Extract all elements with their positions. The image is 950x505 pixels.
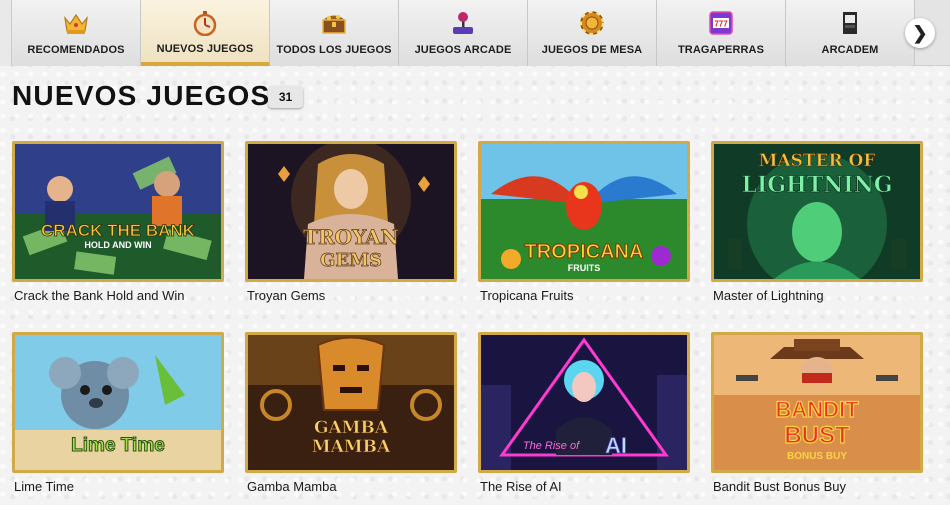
game-thumbnail[interactable]: MASTER OF LIGHTNING	[711, 141, 923, 282]
game-thumbnail[interactable]: The Rise of AI	[478, 332, 690, 473]
game-card-crack-the-bank[interactable]: CRACK THE BANK HOLD AND WIN Crack the Ba…	[12, 141, 224, 303]
game-thumbnail[interactable]: BANDIT BUST BONUS BUY	[711, 332, 923, 473]
page-title: NUEVOS JUEGOS	[12, 80, 271, 111]
game-title[interactable]: Bandit Bust Bonus Buy	[711, 479, 923, 494]
artwork-text: GEMS	[320, 250, 382, 271]
tab-recomendados[interactable]: RECOMENDADOS	[12, 0, 141, 66]
artwork-text: Lime Time	[71, 435, 165, 456]
artwork-text: TROYAN	[303, 225, 399, 249]
artwork-text: LIGHTNING	[741, 172, 892, 198]
game-title[interactable]: Crack the Bank Hold and Win	[12, 288, 224, 303]
game-title[interactable]: Lime Time	[12, 479, 224, 494]
game-title[interactable]: Tropicana Fruits	[478, 288, 690, 303]
arcade-cabinet-icon	[843, 12, 857, 34]
tab-label: TODOS LOS JUEGOS	[276, 44, 392, 56]
joystick-icon	[453, 12, 473, 34]
tab-label: TRAGAPERRAS	[677, 44, 765, 56]
artwork-text: GAMBA	[314, 418, 389, 438]
crack-the-bank-artwork: CRACK THE BANK HOLD AND WIN	[15, 144, 221, 279]
gamba-mamba-artwork: GAMBA MAMBA	[248, 335, 454, 470]
artwork-text: BUST	[784, 422, 850, 449]
tab-todos-los-juegos[interactable]: TODOS LOS JUEGOS	[270, 0, 399, 66]
lime-time-artwork: Lime Time	[15, 335, 221, 470]
bandit-bust-artwork: BANDIT BUST BONUS BUY	[714, 335, 920, 470]
stopwatch-icon	[193, 11, 217, 36]
the-rise-of-ai-artwork: The Rise of AI	[481, 335, 687, 470]
tab-arcadem[interactable]: ARCADEM	[786, 0, 915, 66]
tropicana-fruits-artwork: TROPICANA FRUITS	[481, 144, 687, 279]
artwork-text: TROPICANA	[525, 241, 644, 263]
tab-tragaperras[interactable]: 777 TRAGAPERRAS	[657, 0, 786, 66]
tab-label: RECOMENDADOS	[27, 44, 125, 56]
artwork-text: FRUITS	[568, 263, 601, 273]
game-card-gamba-mamba[interactable]: GAMBA MAMBA Gamba Mamba	[245, 332, 457, 494]
game-card-tropicana-fruits[interactable]: TROPICANA FRUITS Tropicana Fruits	[478, 141, 690, 303]
game-card-troyan-gems[interactable]: TROYAN GEMS Troyan Gems	[245, 141, 457, 303]
game-thumbnail[interactable]: CRACK THE BANK HOLD AND WIN	[12, 141, 224, 282]
treasure-chest-icon	[322, 15, 346, 34]
artwork-text: BONUS BUY	[787, 451, 847, 462]
artwork-text: The Rise of	[523, 440, 580, 452]
game-card-lime-time[interactable]: Lime Time Lime Time	[12, 332, 224, 494]
game-title[interactable]: Master of Lightning	[711, 288, 923, 303]
crown-icon	[64, 13, 88, 34]
nav-left-edge	[0, 0, 12, 66]
artwork-text: MASTER OF	[759, 151, 876, 171]
svg-text:777: 777	[714, 20, 728, 29]
game-card-bandit-bust-bonus-buy[interactable]: BANDIT BUST BONUS BUY Bandit Bust Bonus …	[711, 332, 923, 494]
game-thumbnail[interactable]: TROYAN GEMS	[245, 141, 457, 282]
category-nav: RECOMENDADOS NUEVOS JUEGOS TODOS LOS JUE…	[0, 0, 950, 66]
slot-machine-icon: 777	[709, 11, 733, 35]
chevron-right-icon: ❯	[912, 22, 928, 43]
tab-label: JUEGOS DE MESA	[541, 44, 643, 56]
game-title[interactable]: The Rise of AI	[478, 479, 690, 494]
game-thumbnail[interactable]: TROPICANA FRUITS	[478, 141, 690, 282]
tab-label: ARCADEM	[821, 44, 879, 56]
troyan-gems-artwork: TROYAN GEMS	[248, 144, 454, 279]
tab-label: JUEGOS ARCADE	[414, 44, 512, 56]
artwork-text: HOLD AND WIN	[84, 240, 151, 250]
game-title[interactable]: Gamba Mamba	[245, 479, 457, 494]
tab-juegos-de-mesa[interactable]: JUEGOS DE MESA	[528, 0, 657, 66]
game-card-master-of-lightning[interactable]: MASTER OF LIGHTNING Master of Lightning	[711, 141, 923, 303]
game-thumbnail[interactable]: GAMBA MAMBA	[245, 332, 457, 473]
artwork-text: BANDIT	[775, 397, 859, 422]
tab-juegos-arcade[interactable]: JUEGOS ARCADE	[399, 0, 528, 66]
artwork-text: MAMBA	[312, 437, 391, 457]
game-card-the-rise-of-ai[interactable]: The Rise of AI The Rise of AI	[478, 332, 690, 494]
nav-next-button[interactable]: ❯	[905, 18, 935, 48]
master-of-lightning-artwork: MASTER OF LIGHTNING	[714, 144, 920, 279]
game-count-badge: 31	[268, 86, 303, 108]
poker-chip-icon	[580, 11, 604, 35]
tab-nuevos-juegos[interactable]: NUEVOS JUEGOS	[141, 0, 270, 66]
game-thumbnail[interactable]: Lime Time	[12, 332, 224, 473]
artwork-text: AI	[605, 433, 627, 458]
game-title[interactable]: Troyan Gems	[245, 288, 457, 303]
artwork-text: CRACK THE BANK	[41, 221, 196, 240]
tab-label: NUEVOS JUEGOS	[156, 43, 254, 55]
